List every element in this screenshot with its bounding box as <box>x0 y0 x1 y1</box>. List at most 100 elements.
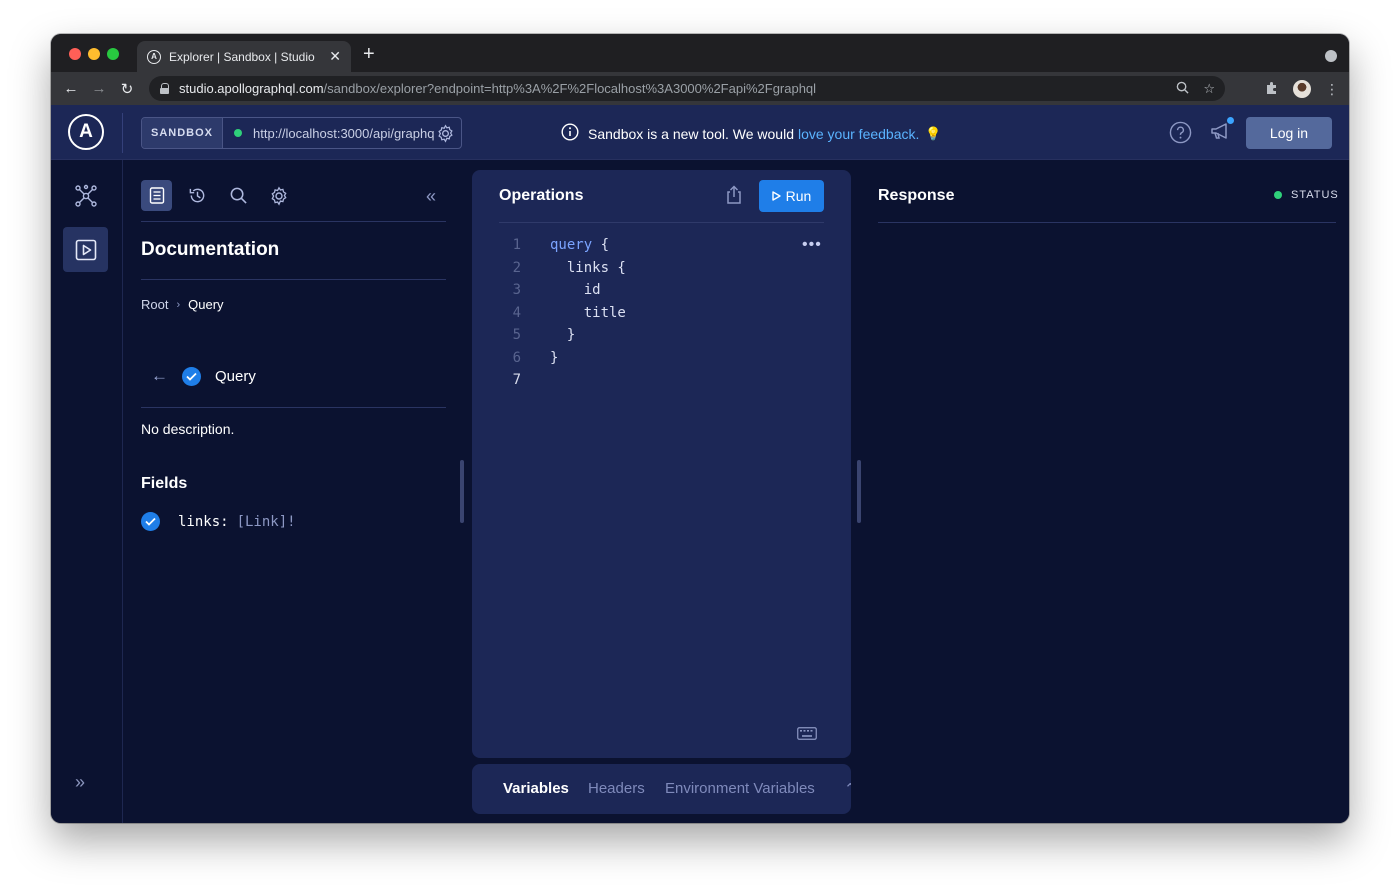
field-checkbox-icon[interactable] <box>141 512 160 531</box>
line-number: 6 <box>512 349 521 366</box>
status-label: STATUS <box>1291 189 1339 201</box>
documentation-tab[interactable] <box>141 180 172 211</box>
bookmark-star-icon[interactable]: ☆ <box>1203 81 1215 97</box>
sandbox-badge: SANDBOX <box>142 118 224 148</box>
keyboard-shortcuts-icon[interactable] <box>797 727 817 745</box>
field-row[interactable]: links: [Link]! <box>141 512 296 531</box>
zoom-icon[interactable] <box>1176 81 1189 97</box>
header-divider <box>122 113 123 153</box>
notice-text: Sandbox is a new tool. We would <box>588 125 794 142</box>
docs-title: Documentation <box>141 239 280 260</box>
minimize-window-button[interactable] <box>88 48 100 60</box>
run-label: Run <box>785 188 812 204</box>
collapse-panel-icon[interactable]: « <box>426 186 436 207</box>
line-number: 2 <box>512 259 521 276</box>
expand-panel-icon[interactable]: ⌃ <box>844 780 851 798</box>
divider <box>499 222 824 223</box>
share-icon[interactable] <box>725 185 743 210</box>
back-arrow-icon[interactable]: ← <box>151 366 168 386</box>
operations-resize-handle[interactable] <box>857 460 861 523</box>
close-window-button[interactable] <box>69 48 81 60</box>
code-line: 1 query { <box>499 234 626 257</box>
breadcrumb: Root › Query <box>141 297 224 312</box>
schema-graph-icon <box>74 184 97 207</box>
line-number: 1 <box>512 237 521 253</box>
tab-search-icon[interactable] <box>1325 50 1337 62</box>
line-number: 3 <box>512 282 521 298</box>
code-text: { <box>592 237 610 253</box>
double-chevron-right-icon[interactable]: » <box>75 772 85 793</box>
breadcrumb-root[interactable]: Root <box>141 297 168 312</box>
rail-item-schema[interactable] <box>63 173 108 218</box>
type-header: ← Query <box>151 366 256 386</box>
help-icon[interactable] <box>1169 121 1192 149</box>
docs-resize-handle[interactable] <box>460 460 464 523</box>
code-text: } <box>550 349 559 366</box>
fields-heading: Fields <box>141 475 188 492</box>
docs-toolbar: « <box>141 180 446 222</box>
address-bar[interactable]: studio.apollographql.com /sandbox/explor… <box>149 76 1225 101</box>
new-tab-button[interactable]: + <box>363 44 375 64</box>
profile-avatar[interactable] <box>1293 80 1311 98</box>
login-button[interactable]: Log in <box>1246 117 1332 149</box>
apollo-logo[interactable]: A <box>68 114 104 150</box>
tab-variables[interactable]: Variables <box>503 780 569 797</box>
browser-tab[interactable]: A Explorer | Sandbox | Studio ✕ <box>137 41 351 72</box>
response-status: STATUS <box>1274 189 1339 201</box>
nav-rail: » <box>51 160 123 823</box>
line-number: 4 <box>512 304 521 321</box>
endpoint-url-input[interactable]: http://localhost:3000/api/graphql <box>253 126 435 141</box>
code-line: 3 id <box>499 279 626 302</box>
tab-close-icon[interactable]: ✕ <box>329 48 341 65</box>
feedback-notice: Sandbox is a new tool. We would love you… <box>561 123 942 144</box>
back-icon[interactable]: ← <box>57 80 85 97</box>
reload-icon[interactable]: ↻ <box>113 80 141 98</box>
type-description: No description. <box>141 421 235 437</box>
code-text: links { <box>566 259 626 276</box>
run-button[interactable]: Run <box>759 180 824 212</box>
operations-title: Operations <box>499 187 584 204</box>
tab-headers[interactable]: Headers <box>588 780 645 797</box>
app-header: A SANDBOX http://localhost:3000/api/grap… <box>51 105 1349 160</box>
operations-panel: Operations Run ••• 1 query { 2 links { 3 … <box>472 170 851 758</box>
lightbulb-icon: 💡 <box>925 125 942 141</box>
connection-status-dot <box>234 129 243 137</box>
settings-tab[interactable] <box>263 180 294 211</box>
code-text: title <box>583 304 626 321</box>
line-number: 7 <box>512 372 521 388</box>
extensions-puzzle-icon[interactable] <box>1265 81 1279 98</box>
code-line: 2 links { <box>499 257 626 280</box>
documentation-panel: « Documentation Root › Query ← Query No … <box>141 160 446 823</box>
code-line: 6} <box>499 347 626 370</box>
tab-environment-variables[interactable]: Environment Variables <box>665 780 815 797</box>
url-path: /sandbox/explorer?endpoint=http%3A%2F%2F… <box>323 81 817 96</box>
divider <box>141 279 446 280</box>
forward-icon[interactable]: → <box>85 80 113 97</box>
endpoint-selector[interactable]: SANDBOX http://localhost:3000/api/graphq… <box>141 117 462 149</box>
code-line: 7 <box>499 369 626 392</box>
connection-settings-gear-icon[interactable] <box>436 124 455 148</box>
rail-item-explorer[interactable] <box>63 227 108 272</box>
breadcrumb-current: Query <box>188 297 224 312</box>
browser-tab-bar: A Explorer | Sandbox | Studio ✕ + <box>51 34 1349 72</box>
url-host: studio.apollographql.com <box>179 81 324 96</box>
explorer-play-icon <box>75 239 96 260</box>
search-icon <box>230 187 247 204</box>
feedback-link[interactable]: love your feedback. <box>798 126 919 142</box>
field-type-link[interactable]: [Link]! <box>237 514 296 530</box>
code-editor[interactable]: 1 query { 2 links { 3 id 4 title 5 } 6} 7 <box>499 234 626 392</box>
code-text: } <box>566 327 576 343</box>
search-tab[interactable] <box>223 180 254 211</box>
history-tab[interactable] <box>182 180 213 211</box>
status-dot <box>1274 191 1282 199</box>
checkmark-icon[interactable] <box>182 366 201 386</box>
maximize-window-button[interactable] <box>107 48 119 60</box>
tab-title: Explorer | Sandbox | Studio <box>169 49 315 64</box>
documentation-icon <box>149 187 164 204</box>
code-keyword: query <box>550 237 593 253</box>
more-options-icon[interactable]: ••• <box>802 236 822 254</box>
browser-menu-icon[interactable]: ⋮ <box>1325 81 1339 98</box>
divider <box>878 222 1336 223</box>
